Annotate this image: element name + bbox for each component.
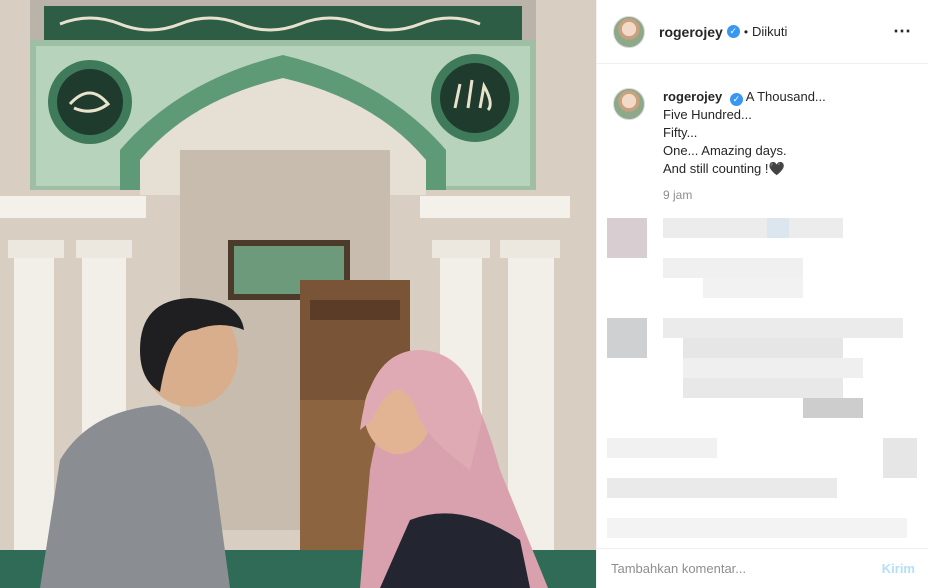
post-caption: rogerojey ✓ A Thousand... Five Hundred..… [597,64,928,178]
caption-line-1: A Thousand... [745,89,826,104]
comment-input[interactable] [611,561,882,576]
post-photo[interactable] [0,0,596,588]
post-timestamp[interactable]: 9 jam [663,188,928,202]
mosque-couple-photo [0,0,596,588]
verified-badge-icon: ✓ [729,92,743,106]
caption-line-5: And still counting !🖤 [663,161,785,176]
author-username[interactable]: rogerojey [659,24,723,40]
post-side-panel: rogerojey ✓ • Diikuti ⋯ rogerojey ✓ A Th… [596,0,928,588]
follow-status-button[interactable]: Diikuti [752,24,787,39]
caption-avatar[interactable] [613,88,645,120]
caption-line-2: Five Hundred... [663,107,752,122]
author-avatar[interactable] [613,15,645,48]
send-comment-button[interactable]: Kirim [882,561,915,576]
caption-body: rogerojey ✓ A Thousand... Five Hundred..… [663,88,826,178]
verified-badge-icon: ✓ [726,25,740,38]
caption-username[interactable]: rogerojey [663,89,722,104]
separator-dot: • [743,24,749,39]
comment-bar: Kirim [597,548,928,588]
caption-line-3: Fifty... [663,125,698,140]
post-header: rogerojey ✓ • Diikuti ⋯ [597,0,928,64]
more-options-icon[interactable]: ⋯ [893,21,912,42]
caption-line-4: One... Amazing days. [663,143,787,158]
